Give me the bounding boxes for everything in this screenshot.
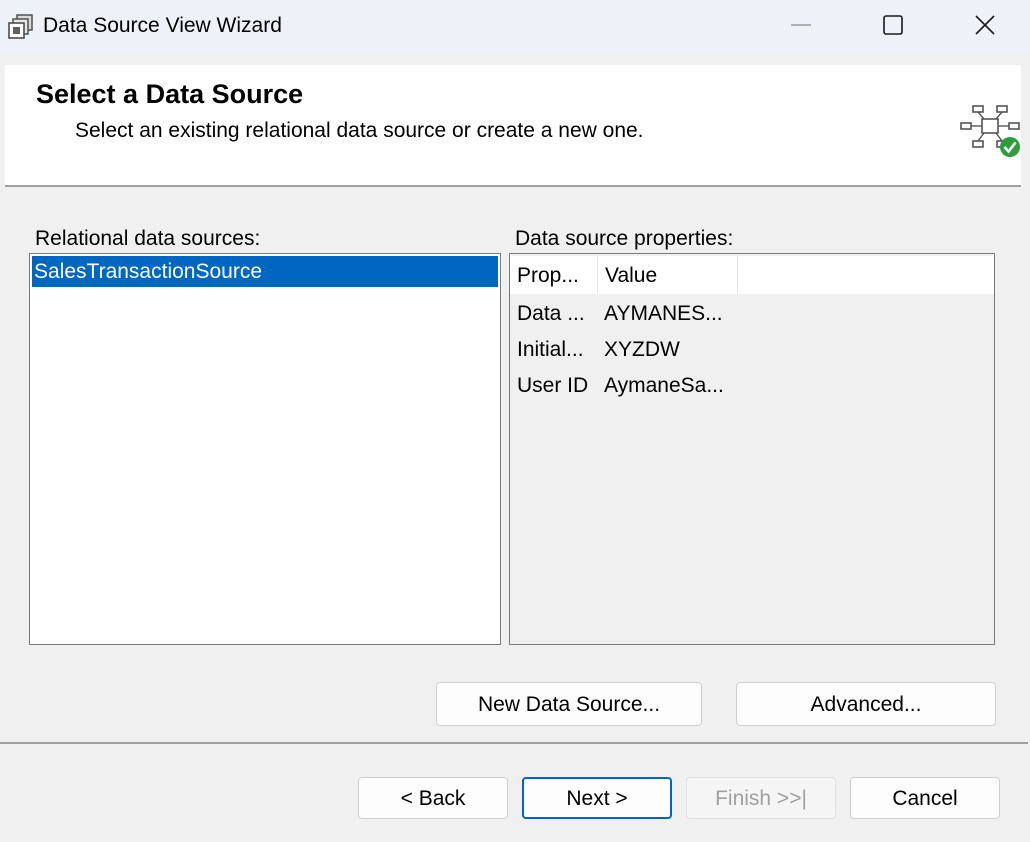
wizard-header: Select a Data Source Select an existing … bbox=[5, 65, 1021, 187]
minimize-button[interactable] bbox=[755, 0, 847, 52]
back-button[interactable]: < Back bbox=[358, 777, 508, 819]
page-subtitle: Select an existing relational data sourc… bbox=[75, 119, 644, 142]
minimize-icon bbox=[791, 24, 811, 26]
property-name: User ID bbox=[517, 374, 589, 397]
column-header-value[interactable]: Value bbox=[598, 256, 738, 294]
properties-header-row: Prop... Value bbox=[510, 256, 994, 294]
cancel-button[interactable]: Cancel bbox=[850, 777, 1000, 819]
maximize-button[interactable] bbox=[847, 0, 939, 52]
advanced-button[interactable]: Advanced... bbox=[736, 682, 996, 726]
maximize-icon bbox=[883, 15, 903, 35]
finish-button: Finish >>| bbox=[686, 777, 836, 819]
data-sources-list[interactable]: SalesTransactionSource bbox=[29, 253, 501, 645]
column-header-property[interactable]: Prop... bbox=[510, 256, 598, 294]
window-title: Data Source View Wizard bbox=[43, 14, 282, 37]
property-name: Data ... bbox=[517, 302, 585, 325]
next-button[interactable]: Next > bbox=[522, 777, 672, 819]
footer-divider bbox=[0, 742, 1028, 744]
new-data-source-button[interactable]: New Data Source... bbox=[436, 682, 702, 726]
data-source-network-check-icon bbox=[960, 105, 1020, 157]
property-name: Initial... bbox=[517, 338, 584, 361]
property-value: AymaneSa... bbox=[604, 374, 724, 397]
table-row: Data ... AYMANES... bbox=[510, 296, 994, 332]
list-item-sales-transaction-source[interactable]: SalesTransactionSource bbox=[32, 256, 498, 287]
page-title: Select a Data Source bbox=[36, 79, 304, 109]
data-source-view-icon bbox=[8, 14, 33, 39]
properties-table: Prop... Value Data ... AYMANES... Initia… bbox=[509, 253, 995, 645]
table-row: User ID AymaneSa... bbox=[510, 368, 994, 404]
title-bar: Data Source View Wizard bbox=[0, 0, 1030, 52]
table-row: Initial... XYZDW bbox=[510, 332, 994, 368]
properties-label: Data source properties: bbox=[515, 227, 734, 250]
close-icon bbox=[975, 15, 995, 35]
property-value: XYZDW bbox=[604, 338, 680, 361]
sources-label: Relational data sources: bbox=[35, 227, 261, 250]
close-button[interactable] bbox=[939, 0, 1030, 52]
property-value: AYMANES... bbox=[604, 302, 723, 325]
